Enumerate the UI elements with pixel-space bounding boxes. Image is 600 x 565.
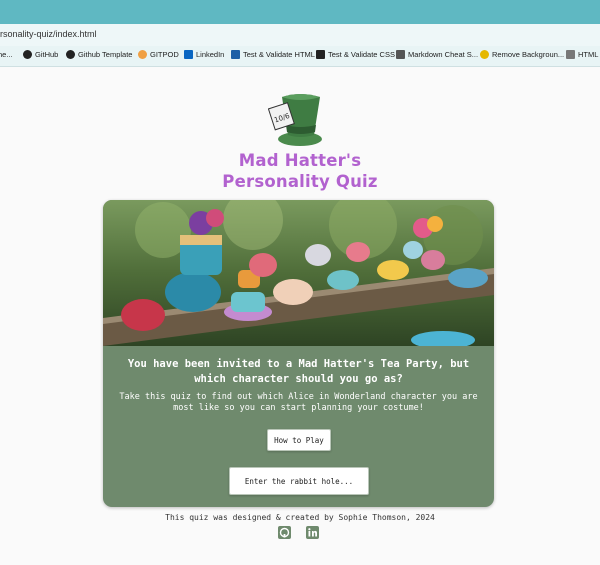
bookmark-label: Markdown Cheat S... [408, 50, 479, 59]
linkedin-icon [184, 50, 193, 59]
how-to-play-button[interactable]: How to Play [267, 429, 331, 451]
github-icon [23, 50, 32, 59]
css-validator-icon [316, 50, 325, 59]
bookmark-html[interactable]: HTML C [566, 50, 600, 59]
w3c-icon [231, 50, 240, 59]
document-icon [566, 50, 575, 59]
bookmark-github-template[interactable]: Github Template [66, 50, 132, 59]
bookmark-label: LinkedIn [196, 50, 225, 59]
tea-party-hero-image [103, 200, 494, 346]
github-icon[interactable] [278, 526, 291, 539]
bookmark-label: Remove Backgroun... [492, 50, 565, 59]
bookmark-validate-html[interactable]: Test & Validate HTML [231, 50, 315, 59]
address-bar[interactable]: rsonality-quiz/index.html [0, 24, 600, 47]
mad-hatter-hat-logo: 10/6 [268, 94, 322, 146]
start-quiz-button[interactable]: Enter the rabbit hole... [229, 467, 369, 495]
url-text[interactable]: rsonality-quiz/index.html [0, 29, 97, 39]
title-line-1: Mad Hatter's [238, 151, 362, 170]
bookmark-label: Github Template [78, 50, 133, 59]
footer-credit: This quiz was designed & created by Soph… [165, 513, 435, 522]
github-icon [66, 50, 75, 59]
linkedin-icon[interactable] [306, 526, 319, 539]
bookmark-item[interactable]: he... [0, 50, 13, 59]
title-line-2: Personality Quiz [222, 172, 378, 191]
bookmark-gitpod[interactable]: GITPOD [138, 50, 179, 59]
bookmark-label: he... [0, 50, 13, 59]
bookmark-remove-bg[interactable]: Remove Backgroun... [480, 50, 564, 59]
bookmark-label: Test & Validate HTML [243, 50, 315, 59]
markdown-icon [396, 50, 405, 59]
bookmark-validate-css[interactable]: Test & Validate CSS [316, 50, 395, 59]
remove-bg-icon [480, 50, 489, 59]
bookmark-linkedin[interactable]: LinkedIn [184, 50, 224, 59]
quiz-intro-card: You have been invited to a Mad Hatter's … [103, 200, 494, 507]
page-title: Mad Hatter's Personality Quiz [200, 150, 400, 192]
bookmark-label: GitHub [35, 50, 59, 59]
intro-headline: You have been invited to a Mad Hatter's … [127, 358, 470, 385]
bookmark-markdown[interactable]: Markdown Cheat S... [396, 50, 478, 59]
bookmarks-bar: he... GitHub Github Template GITPOD Link… [0, 46, 600, 67]
bookmark-github[interactable]: GitHub [23, 50, 58, 59]
bookmark-label: Test & Validate CSS [328, 50, 395, 59]
gitpod-icon [138, 50, 147, 59]
browser-title-bar [0, 0, 600, 24]
bookmark-label: HTML C [578, 50, 600, 59]
intro-subtext: Take this quiz to find out which Alice i… [119, 392, 478, 413]
bookmark-label: GITPOD [150, 50, 179, 59]
